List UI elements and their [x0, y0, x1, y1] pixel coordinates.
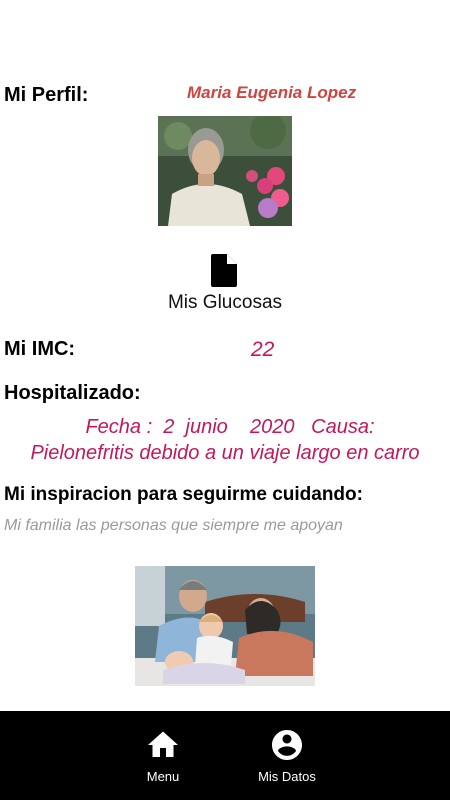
hospitalizado-date-line: Fecha : 2 junio 2020 Causa: [85, 416, 375, 438]
profile-label: Mi Perfil: [4, 84, 89, 106]
inspiracion-label: Mi inspiracion para seguirme cuidando: [4, 484, 363, 505]
glucosas-link[interactable]: Mis Glucosas [0, 292, 450, 314]
nav-mis-datos-button[interactable]: Mis Datos [227, 711, 347, 800]
account-circle-icon [269, 727, 305, 763]
family-photo [135, 566, 315, 686]
hospitalizado-cause-line: Pielonefritis debido a un viaje largo en… [30, 442, 420, 464]
nav-mis-datos-label: Mis Datos [258, 769, 316, 784]
nav-menu-button[interactable]: Menu [103, 711, 223, 800]
bottom-navigation: Menu Mis Datos [0, 711, 450, 800]
document-icon[interactable] [211, 254, 237, 287]
nav-menu-label: Menu [146, 769, 180, 784]
profile-photo [158, 116, 292, 226]
home-icon [145, 727, 181, 763]
imc-value: 22 [251, 338, 275, 361]
profile-name: Maria Eugenia Lopez [187, 83, 357, 102]
hospitalizado-label: Hospitalizado: [4, 382, 141, 404]
inspiracion-text: Mi familia las personas que siempre me a… [4, 517, 343, 534]
imc-label: Mi IMC: [4, 338, 76, 360]
